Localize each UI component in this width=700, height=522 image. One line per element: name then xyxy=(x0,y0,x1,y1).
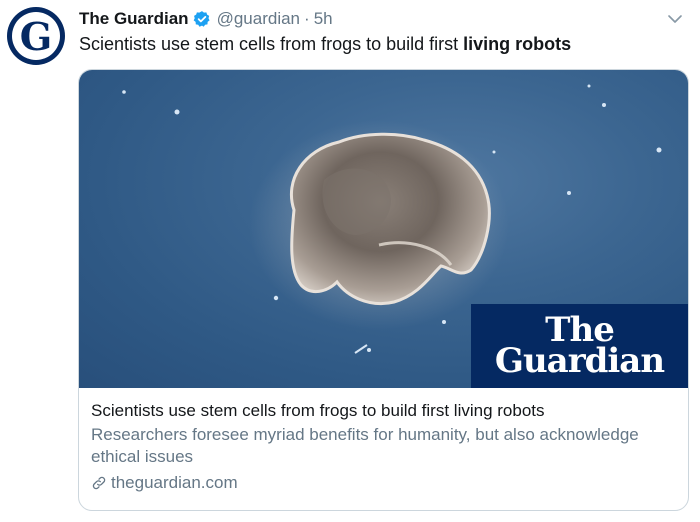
separator-dot: · xyxy=(304,9,310,28)
timestamp[interactable]: 5h xyxy=(314,9,333,29)
avatar[interactable]: G xyxy=(7,7,65,65)
card-body[interactable]: Scientists use stem cells from frogs to … xyxy=(91,400,681,493)
handle[interactable]: @guardian xyxy=(217,9,300,29)
card-domain[interactable]: theguardian.com xyxy=(91,473,681,493)
tweet-text-plain: Scientists use stem cells from frogs to … xyxy=(79,34,464,54)
guardian-logo-icon: G xyxy=(12,12,60,60)
avatar-letter: G xyxy=(19,14,53,59)
card-description: Researchers foresee myriad benefits for … xyxy=(91,425,639,466)
tweet-text-bold: living robots xyxy=(463,34,572,54)
logo-line-2: Guardian xyxy=(494,341,665,381)
card-image[interactable]: The Guardian xyxy=(79,70,688,388)
link-icon xyxy=(92,476,106,490)
guardian-logo: The Guardian xyxy=(471,304,688,388)
tweet-header: The Guardian @guardian · 5h xyxy=(79,8,333,30)
link-card[interactable]: The Guardian Scientists use stem cells f… xyxy=(78,69,689,511)
card-title: Scientists use stem cells from frogs to … xyxy=(91,401,545,420)
display-name[interactable]: The Guardian xyxy=(79,9,189,29)
chevron-down-icon[interactable] xyxy=(666,10,684,28)
tweet[interactable]: G The Guardian @guardian · 5h Scientists… xyxy=(0,0,700,522)
card-domain-text: theguardian.com xyxy=(111,473,238,492)
tweet-text: Scientists use stem cells from frogs to … xyxy=(79,34,571,55)
verified-badge-icon xyxy=(193,11,210,27)
